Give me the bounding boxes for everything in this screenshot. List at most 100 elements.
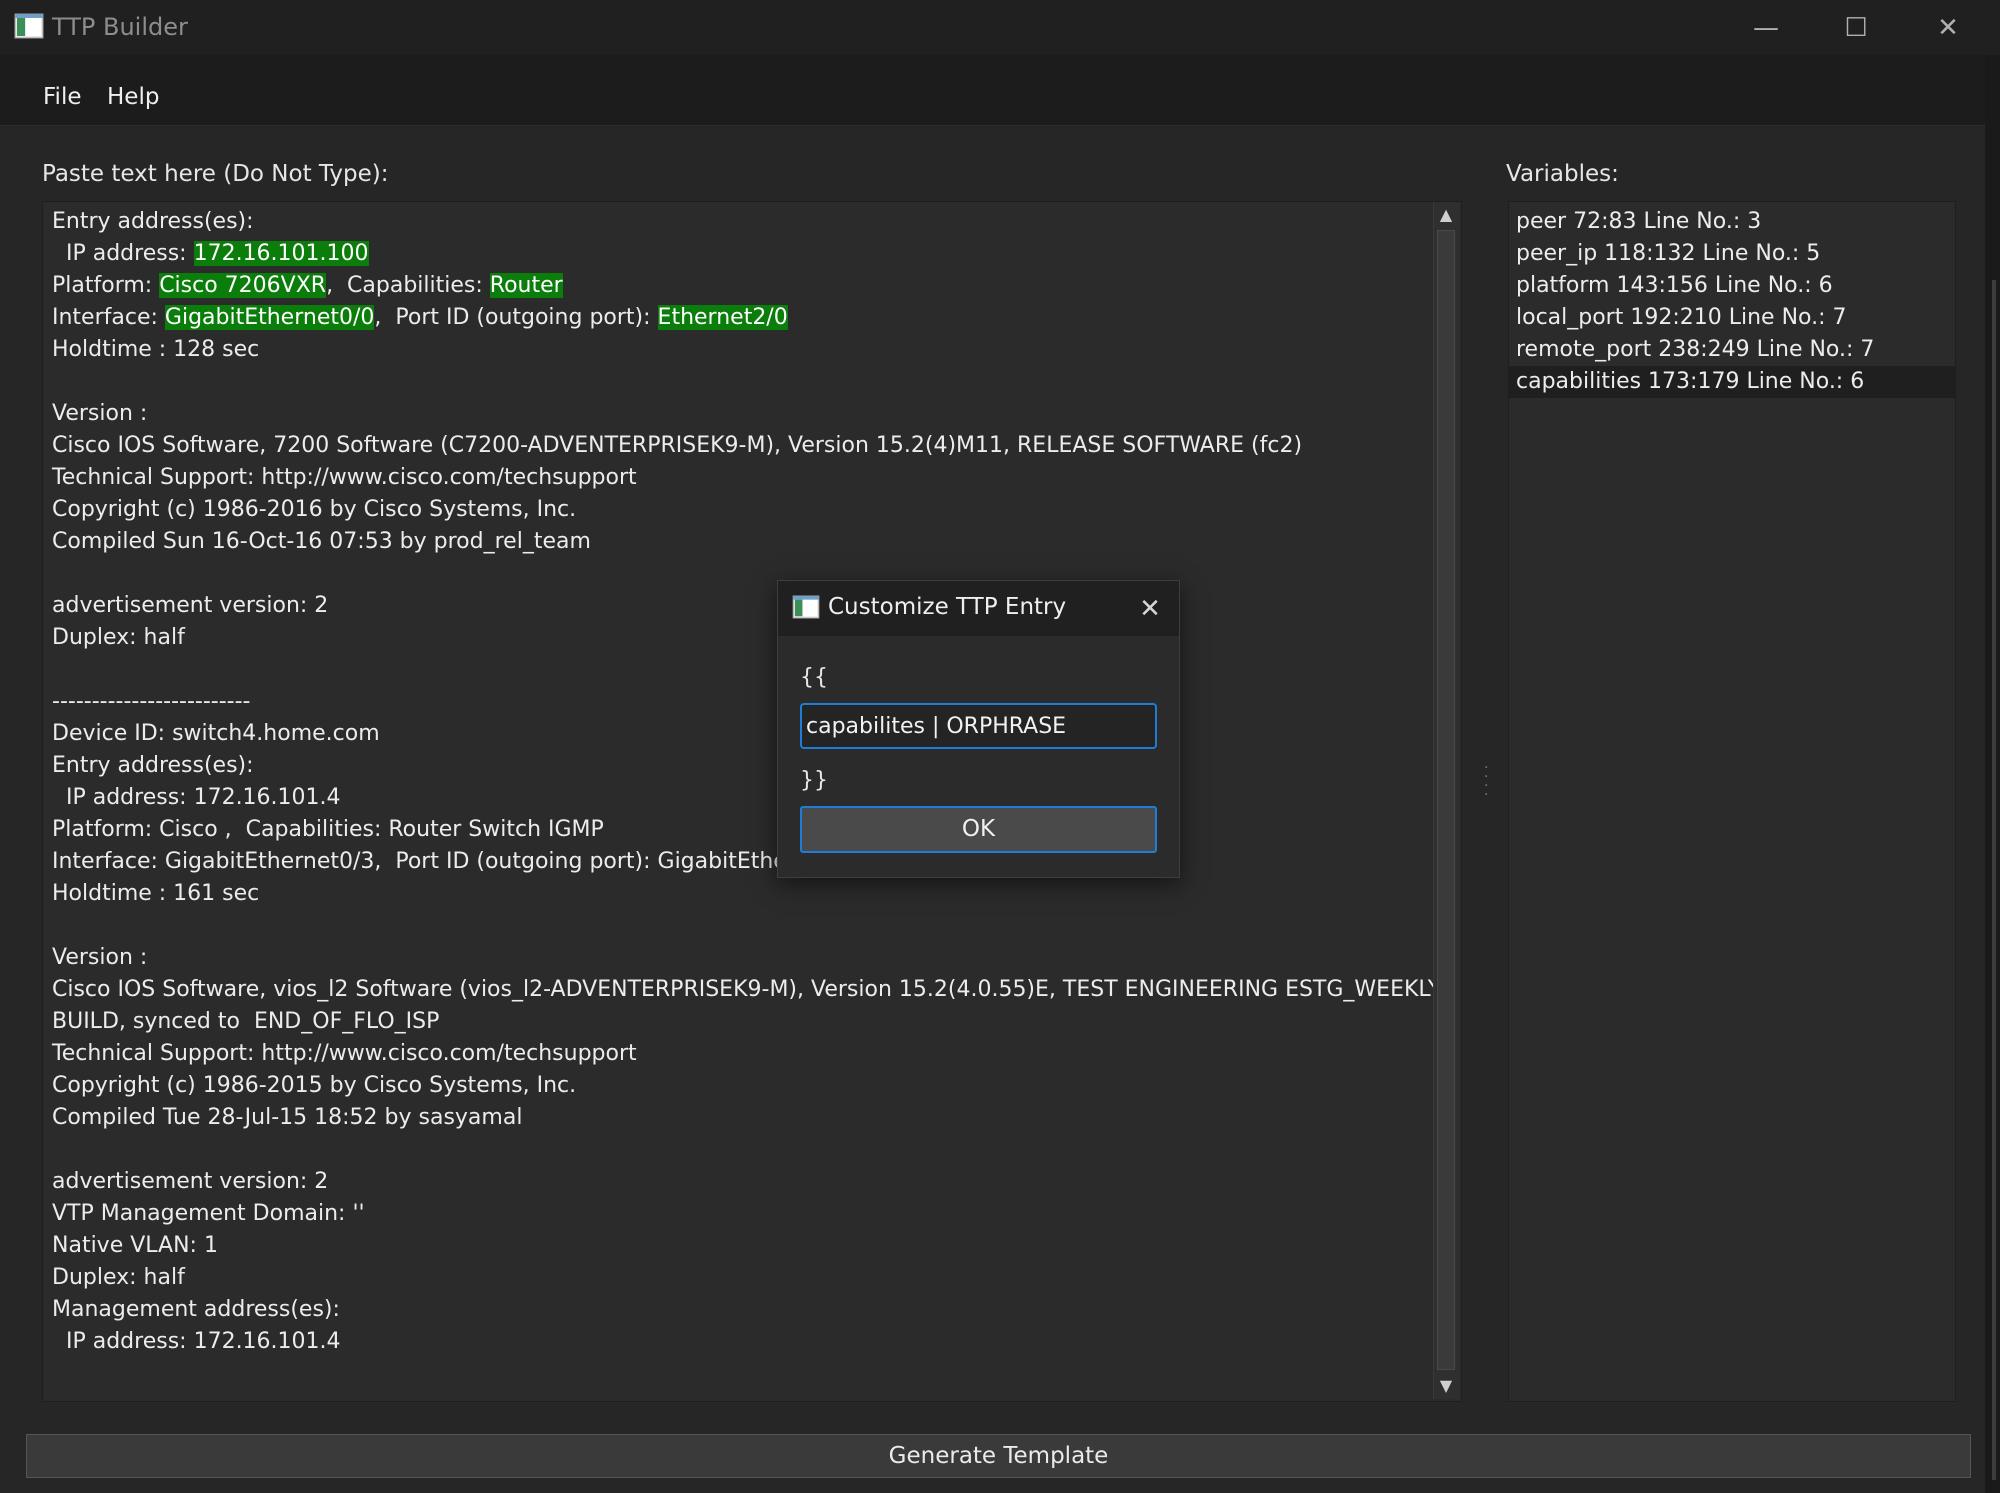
customize-entry-dialog: Customize TTP Entry ✕ {{ }} OK — [777, 580, 1180, 878]
text-editor-content[interactable]: Entry address(es): IP address: 172.16.10… — [52, 206, 1441, 1358]
text-line: Entry address(es): — [52, 209, 254, 234]
text-line: IP address: 172.16.101.4 — [52, 1329, 341, 1354]
text-line: Technical Support: http://www.cisco.com/… — [52, 1041, 637, 1066]
text-line: IP address: 172.16.101.100 — [52, 241, 369, 266]
highlighted-variable: Ethernet2/0 — [657, 305, 788, 330]
variable-list-item[interactable]: peer_ip 118:132 Line No.: 5 — [1509, 238, 1955, 270]
text-segment: Duplex: half — [52, 1265, 185, 1290]
text-line: Interface: GigabitEthernet0/0, Port ID (… — [52, 305, 788, 330]
text-line: Holdtime : 161 sec — [52, 881, 259, 906]
text-line: Version : — [52, 945, 147, 970]
text-line: advertisement version: 2 — [52, 593, 328, 618]
window-scroll-thumb[interactable] — [1992, 280, 1996, 1480]
text-segment: Entry address(es): — [52, 209, 254, 234]
text-line: Platform: Cisco 7206VXR, Capabilities: R… — [52, 273, 563, 298]
text-line: Native VLAN: 1 — [52, 1233, 218, 1258]
minimize-icon[interactable]: — — [1720, 0, 1812, 55]
variables-list[interactable]: peer 72:83 Line No.: 3 peer_ip 118:132 Li… — [1508, 201, 1956, 1402]
window-title: TTP Builder — [52, 13, 188, 41]
text-line: Entry address(es): — [52, 753, 254, 778]
generate-template-button[interactable]: Generate Template — [26, 1434, 1971, 1478]
text-segment: ------------------------- — [52, 689, 251, 714]
text-line: VTP Management Domain: '' — [52, 1201, 365, 1226]
ok-button[interactable]: OK — [800, 806, 1157, 853]
text-segment: Cisco IOS Software, 7200 Software (C7200… — [52, 433, 1303, 458]
text-segment: Duplex: half — [52, 625, 185, 650]
text-segment: Interface: — [52, 305, 165, 330]
text-segment: Holdtime : 128 sec — [52, 337, 260, 362]
dialog-app-icon — [792, 595, 820, 619]
variable-list-item[interactable]: platform 143:156 Line No.: 6 — [1509, 270, 1955, 302]
text-segment: IP address: — [52, 241, 194, 266]
text-segment: , Port ID (outgoing port): — [374, 305, 658, 330]
text-line: Duplex: half — [52, 1265, 185, 1290]
text-line: Holdtime : 128 sec — [52, 337, 259, 362]
text-segment: Interface: GigabitEthernet0/3, Port ID (… — [52, 849, 868, 874]
app-icon — [14, 13, 44, 39]
text-segment: Version : — [52, 401, 148, 426]
text-line: Interface: GigabitEthernet0/3, Port ID (… — [52, 849, 867, 874]
variable-list-item[interactable]: remote_port 238:249 Line No.: 7 — [1509, 334, 1955, 366]
scrollbar-thumb[interactable] — [1437, 230, 1455, 1370]
text-line: Version : — [52, 401, 147, 426]
ttp-entry-input[interactable] — [800, 703, 1157, 749]
text-line: ------------------------- — [52, 689, 250, 714]
text-segment: Cisco IOS Software, vios_l2 Software (vi… — [52, 977, 1442, 1002]
open-brace-label: {{ — [800, 665, 828, 690]
splitter-handle-icon[interactable]: · · · · — [1484, 761, 1488, 802]
text-segment: advertisement version: 2 — [52, 1169, 329, 1194]
text-segment: IP address: 172.16.101.4 — [52, 785, 341, 810]
text-line: Copyright (c) 1986-2015 by Cisco Systems… — [52, 1073, 576, 1098]
text-line: Cisco IOS Software, vios_l2 Software (vi… — [52, 977, 1441, 1002]
text-panel-label: Paste text here (Do Not Type): — [42, 161, 389, 187]
text-segment: Technical Support: http://www.cisco.com/… — [52, 1041, 637, 1066]
highlighted-variable: Cisco 7206VXR — [159, 273, 327, 298]
text-line: Technical Support: http://www.cisco.com/… — [52, 465, 637, 490]
menu-file[interactable]: File — [43, 84, 82, 110]
text-segment: BUILD, synced to END_OF_FLO_ISP — [52, 1009, 440, 1034]
text-segment: Version : — [52, 945, 148, 970]
text-segment: Compiled Sun 16-Oct-16 07:53 by prod_rel… — [52, 529, 591, 554]
text-line: Compiled Tue 28-Jul-15 18:52 by sasyamal — [52, 1105, 522, 1130]
text-line: Duplex: half — [52, 625, 185, 650]
variable-list-item[interactable]: capabilities 173:179 Line No.: 6 — [1509, 366, 1955, 398]
text-line: Cisco IOS Software, 7200 Software (C7200… — [52, 433, 1302, 458]
text-segment: Device ID: switch4.home.com — [52, 721, 380, 746]
highlighted-variable: Router — [489, 273, 563, 298]
maximize-icon[interactable]: ☐ — [1810, 0, 1902, 55]
menu-bar — [0, 55, 1985, 126]
variable-list-item[interactable]: peer 72:83 Line No.: 3 — [1509, 206, 1955, 238]
text-segment: Holdtime : 161 sec — [52, 881, 260, 906]
scroll-up-arrow-icon[interactable]: ▲ — [1433, 202, 1459, 228]
text-segment: Copyright (c) 1986-2016 by Cisco Systems… — [52, 497, 577, 522]
text-line: BUILD, synced to END_OF_FLO_ISP — [52, 1009, 439, 1034]
scroll-down-arrow-icon[interactable]: ▼ — [1433, 1373, 1459, 1399]
dialog-title: Customize TTP Entry — [828, 594, 1067, 620]
title-bar — [0, 0, 2000, 55]
text-line: Management address(es): — [52, 1297, 340, 1322]
text-segment: Entry address(es): — [52, 753, 254, 778]
text-editor[interactable]: Entry address(es): IP address: 172.16.10… — [42, 201, 1462, 1402]
text-segment: Copyright (c) 1986-2015 by Cisco Systems… — [52, 1073, 577, 1098]
highlighted-variable: GigabitEthernet0/0 — [164, 305, 375, 330]
text-segment: advertisement version: 2 — [52, 593, 329, 618]
text-segment: Management address(es): — [52, 1297, 340, 1322]
text-line: Platform: Cisco , Capabilities: Router S… — [52, 817, 604, 842]
window-close-icon[interactable]: ✕ — [1902, 0, 1994, 55]
text-segment: Native VLAN: 1 — [52, 1233, 218, 1258]
text-line: IP address: 172.16.101.4 — [52, 785, 341, 810]
text-segment: Platform: — [52, 273, 160, 298]
variable-list-item[interactable]: local_port 192:210 Line No.: 7 — [1509, 302, 1955, 334]
text-segment: VTP Management Domain: '' — [52, 1201, 365, 1226]
text-line: Copyright (c) 1986-2016 by Cisco Systems… — [52, 497, 576, 522]
variables-label: Variables: — [1506, 161, 1619, 187]
dialog-close-icon[interactable]: ✕ — [1130, 589, 1170, 629]
text-segment: Platform: Cisco , Capabilities: Router S… — [52, 817, 604, 842]
text-line: Compiled Sun 16-Oct-16 07:53 by prod_rel… — [52, 529, 591, 554]
menu-help[interactable]: Help — [107, 84, 159, 110]
text-segment: Technical Support: http://www.cisco.com/… — [52, 465, 637, 490]
text-line: Device ID: switch4.home.com — [52, 721, 380, 746]
text-segment: , Capabilities: — [326, 273, 490, 298]
close-brace-label: }} — [800, 768, 828, 793]
highlighted-variable: 172.16.101.100 — [193, 241, 369, 266]
